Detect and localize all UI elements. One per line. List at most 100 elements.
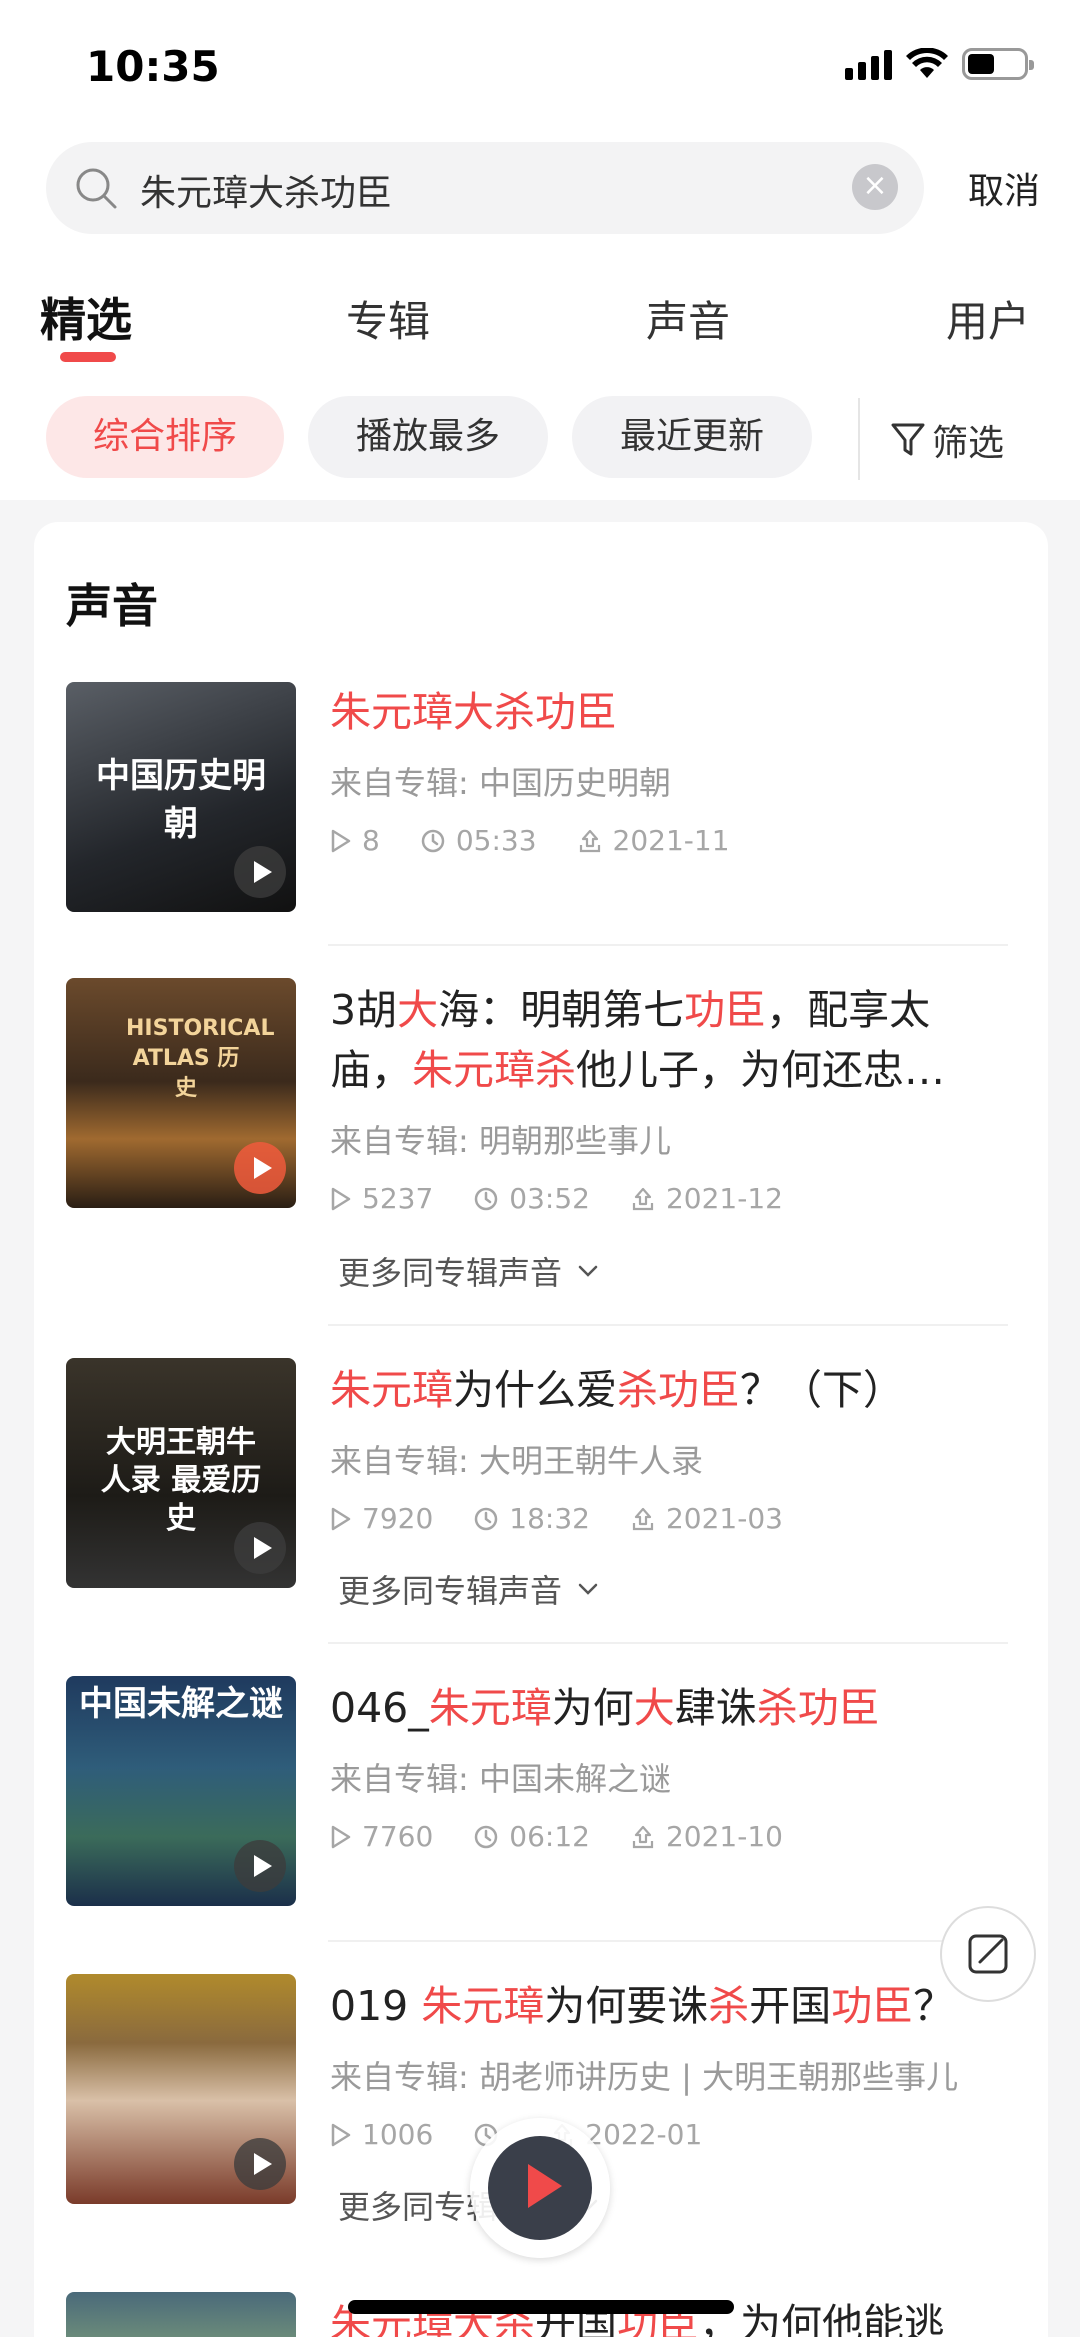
- upload-date: 2021-12: [630, 1182, 783, 1215]
- sort-most-played-chip[interactable]: 播放最多: [308, 396, 548, 478]
- tab-users[interactable]: 用户: [946, 288, 1030, 349]
- filter-label: 筛选: [932, 423, 1005, 464]
- play-count-value: 7760: [362, 1820, 434, 1853]
- title-text: 为什么爱: [453, 1366, 617, 1414]
- title-text: 为何: [551, 1684, 634, 1732]
- search-input[interactable]: 朱元璋大杀功臣: [140, 164, 392, 216]
- more-from-album-label: 更多同专辑声音: [338, 1572, 563, 1610]
- album-cover: HISTORICAL ATLAS 历史: [66, 978, 296, 1208]
- play-count-icon: [331, 1507, 351, 1530]
- filter-divider: [858, 398, 860, 480]
- highlight-text: 大: [633, 1684, 675, 1732]
- duration: 18:32: [473, 1502, 590, 1535]
- play-count-icon: [331, 1825, 351, 1848]
- track-meta: 7920 18:32 2021-03: [330, 1502, 823, 1535]
- active-tab-indicator: [60, 352, 116, 362]
- upload-date: 2021-03: [630, 1502, 783, 1535]
- track-title[interactable]: 3胡大海：明朝第七功臣，配享太庙，朱元璋杀他儿子，为何还忠…: [330, 980, 1010, 1100]
- album-source: 来自专辑: 中国历史明朝: [330, 764, 671, 802]
- clock-icon: [421, 829, 445, 852]
- cover-text: 中国历史明朝: [96, 756, 266, 844]
- cover-text: HISTORICAL ATLAS 历史: [126, 1016, 275, 1101]
- play-count: 5237: [330, 1182, 433, 1215]
- battery-icon: [962, 48, 1034, 80]
- track-meta: 7760 06:12 2021-10: [330, 1820, 823, 1853]
- cancel-button[interactable]: 取消: [968, 162, 1040, 214]
- upload-date-icon: [579, 829, 600, 852]
- chevron-down-icon: [578, 1583, 598, 1595]
- album-source: 来自专辑: 胡老师讲历史 | 大明王朝那些事儿: [330, 2058, 959, 2096]
- divider: [328, 1940, 1008, 1942]
- track-title[interactable]: 019 朱元璋为何要诛杀开国功臣？: [330, 1976, 1010, 2036]
- play-count-value: 8: [362, 824, 380, 857]
- sort-recent-chip[interactable]: 最近更新: [572, 396, 812, 478]
- upload-date-icon: [632, 1507, 654, 1530]
- title-text: 海：明朝第七: [438, 986, 685, 1034]
- play-icon[interactable]: [234, 1522, 286, 1574]
- duration-value: 05:33: [455, 824, 537, 857]
- play-icon[interactable]: [234, 1142, 286, 1194]
- title-text: ，为何他能逃: [699, 2300, 945, 2337]
- upload-date-value: 2021-03: [665, 1502, 783, 1535]
- clear-search-icon[interactable]: ×: [852, 164, 898, 210]
- divider: [328, 1324, 1008, 1326]
- play-count-icon: [331, 2123, 351, 2146]
- track-meta: 5237 03:52 2021-12: [330, 1182, 823, 1215]
- divider: [328, 1642, 1008, 1644]
- mini-player-button[interactable]: [470, 2118, 610, 2258]
- album-cover: 中国未解之谜: [66, 1676, 296, 1906]
- play-icon[interactable]: [234, 1840, 286, 1892]
- highlight-text: 杀功臣: [756, 1684, 880, 1732]
- more-from-album-label: 更多同专辑声音: [338, 1254, 563, 1292]
- more-from-album-button[interactable]: 更多同专辑声音: [338, 1248, 600, 1294]
- play-icon: [528, 2164, 562, 2208]
- title-text: 019: [330, 1982, 422, 2030]
- upload-date-value: 2021-10: [665, 1820, 783, 1853]
- track-title[interactable]: 朱元璋为什么爱杀功臣？（下）: [330, 1360, 1010, 1420]
- play-count-value: 1006: [362, 2118, 434, 2151]
- upload-date-value: 2021-12: [665, 1182, 783, 1215]
- title-text: ？（下）: [740, 1366, 904, 1414]
- duration-value: 03:52: [509, 1182, 590, 1215]
- play-count: 1006: [330, 2118, 433, 2151]
- play-count-value: 5237: [362, 1182, 434, 1215]
- sort-comprehensive-chip[interactable]: 综合排序: [46, 396, 284, 478]
- tab-featured[interactable]: 精选: [40, 284, 132, 350]
- clock-icon: [475, 1187, 498, 1210]
- play-count-icon: [331, 1187, 351, 1210]
- search-bar[interactable]: 朱元璋大杀功臣 ×: [46, 142, 924, 234]
- title-text: 3胡: [330, 986, 398, 1034]
- chevron-down-icon: [578, 1265, 598, 1277]
- section-title: 声音: [66, 579, 158, 633]
- play-icon[interactable]: [234, 2138, 286, 2190]
- upload-date: 2021-10: [630, 1820, 783, 1853]
- filter-button[interactable]: 筛选: [890, 414, 1004, 466]
- album-cover: [66, 1974, 296, 2204]
- highlight-text: 大: [397, 986, 439, 1034]
- duration-value: 06:12: [509, 1820, 590, 1853]
- highlight-text: 朱元璋杀: [412, 1046, 576, 1094]
- record-edit-button[interactable]: [940, 1906, 1036, 2002]
- play-count-value: 7920: [362, 1502, 434, 1535]
- tab-sounds[interactable]: 声音: [646, 288, 730, 349]
- play-icon[interactable]: [234, 846, 286, 898]
- highlight-text: 朱元璋大杀功臣: [330, 688, 617, 736]
- more-from-album-button[interactable]: 更多同专辑声音: [338, 1566, 600, 1612]
- play-count: 8: [330, 824, 380, 857]
- track-title[interactable]: 朱元璋大杀功臣: [330, 682, 1010, 742]
- highlight-text: 杀: [708, 1982, 750, 2030]
- upload-date-value: 2022-01: [585, 2118, 703, 2151]
- album-source: 来自专辑: 大明王朝牛人录: [330, 1442, 703, 1480]
- title-text: 开国: [749, 1982, 832, 2030]
- track-title[interactable]: 046_朱元璋为何大肆诛杀功臣: [330, 1678, 1010, 1738]
- tab-albums[interactable]: 专辑: [346, 288, 430, 349]
- title-text: 肆诛: [674, 1684, 757, 1732]
- play-count: 7920: [330, 1502, 433, 1535]
- track-meta: 8 05:33 2021-11: [330, 824, 770, 857]
- album-source: 来自专辑: 明朝那些事儿: [330, 1122, 671, 1160]
- duration: 05:33: [420, 824, 537, 857]
- duration: 06:12: [473, 1820, 590, 1853]
- title-text: 他儿子，为何还忠…: [576, 1046, 945, 1094]
- highlight-text: 朱元璋: [330, 1366, 453, 1414]
- divider: [328, 944, 1008, 946]
